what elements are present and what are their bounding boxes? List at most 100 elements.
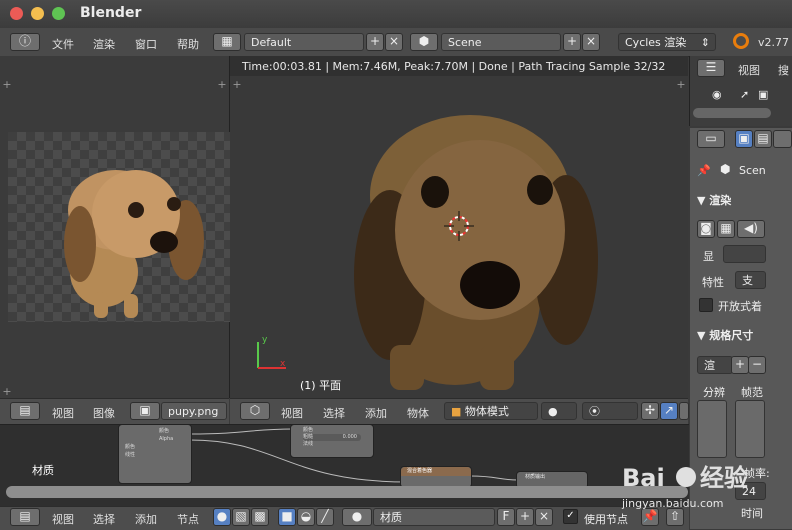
image-name-field[interactable]: pupy.png	[161, 402, 227, 420]
scene-browse-button[interactable]: ⬢	[410, 33, 438, 51]
outliner-menu-view[interactable]: 视图	[738, 62, 760, 78]
add-layout-icon[interactable]: +	[366, 33, 384, 51]
texture-nodes-icon[interactable]: ▩	[251, 508, 269, 526]
minimize-window-button[interactable]	[31, 7, 44, 20]
maximize-window-button[interactable]	[52, 7, 65, 20]
delete-scene-icon[interactable]: ×	[582, 33, 600, 51]
display-label: 显	[703, 250, 714, 263]
render-still-icon[interactable]: ◙	[697, 220, 715, 238]
scene-context-icon: ⬢	[720, 162, 731, 176]
resolution-fields[interactable]	[697, 400, 727, 458]
scene-name-field[interactable]: Scene	[441, 33, 561, 51]
visibility-eye-icon[interactable]: ◉	[712, 88, 722, 101]
mix-shader-title: 混合着色器	[401, 467, 471, 476]
render-audio-icon[interactable]: ◀)	[737, 220, 765, 238]
viewport-menu-object[interactable]: 物体	[407, 405, 429, 421]
fake-user-button[interactable]: F	[497, 508, 515, 526]
pivot-icon: ⦿	[589, 405, 600, 418]
material-name-field[interactable]: 材质	[373, 508, 495, 526]
render-tab-icon[interactable]: ▣	[735, 130, 753, 148]
scene-tab-icon[interactable]	[773, 130, 792, 148]
resolution-label: 分辨	[703, 386, 725, 399]
node-editor-scrollbar[interactable]	[6, 486, 688, 498]
node-menu-select[interactable]: 选择	[93, 511, 115, 527]
material-browse-button[interactable]: ●	[342, 508, 372, 526]
delete-layout-icon[interactable]: ×	[385, 33, 403, 51]
display-select[interactable]	[723, 245, 766, 263]
layout-browse-button[interactable]: ▦	[213, 33, 241, 51]
interaction-mode-select[interactable]: ■ 物体模式	[444, 402, 538, 420]
image-canvas[interactable]	[8, 132, 230, 322]
render-section-header[interactable]: ▼ 渲染	[697, 192, 731, 208]
area-split-icon[interactable]: +	[232, 79, 242, 90]
pivot-point-select[interactable]: ⦿	[582, 402, 638, 420]
image-menu-view[interactable]: 视图	[52, 405, 74, 421]
use-nodes-checkbox[interactable]: ✓	[563, 509, 578, 524]
render-engine-select[interactable]: Cycles 渲染 ⇕	[618, 33, 716, 51]
svg-text:y: y	[262, 335, 268, 345]
3d-cursor-icon[interactable]	[444, 211, 474, 241]
outliner-search-label[interactable]: 搜	[778, 62, 789, 78]
pin-icon[interactable]: 📌	[697, 164, 711, 177]
add-scene-icon[interactable]: +	[563, 33, 581, 51]
render-animation-icon[interactable]: ▦	[717, 220, 735, 238]
node-menu-add[interactable]: 添加	[135, 511, 157, 527]
image-browse-button[interactable]: ▣	[130, 402, 160, 420]
node-field-label: 颜色	[125, 444, 136, 450]
viewport-menu-select[interactable]: 选择	[323, 405, 345, 421]
add-preset-icon[interactable]: +	[731, 356, 749, 374]
area-split-icon[interactable]: +	[2, 79, 12, 90]
translate-manipulator-icon[interactable]: ↗	[660, 402, 678, 420]
viewport-menu-view[interactable]: 视图	[281, 405, 303, 421]
editor-type-3d-button[interactable]: ⬡	[240, 402, 270, 420]
world-shader-icon[interactable]: ◒	[297, 508, 315, 526]
material-output-title: 材质输出	[525, 474, 546, 480]
editor-type-outliner-button[interactable]: ☰	[697, 59, 725, 77]
open-shading-checkbox[interactable]	[699, 298, 713, 312]
area-split-icon[interactable]: +	[676, 79, 686, 90]
diffuse-shader-node[interactable]: 颜色 粗糙 0.000 法线	[290, 424, 374, 458]
render-preset-select[interactable]: 渲	[697, 356, 733, 374]
image-menu-image[interactable]: 图像	[93, 405, 115, 421]
editor-type-image-button[interactable]: ▤	[10, 402, 40, 420]
menu-help[interactable]: 帮助	[177, 36, 199, 52]
selectable-arrow-icon[interactable]: ➚	[740, 88, 749, 101]
manipulator-toggle-icon[interactable]: ✢	[641, 402, 659, 420]
dimensions-section-header[interactable]: ▼ 规格尺寸	[697, 327, 753, 343]
rotate-manipulator-icon[interactable]	[679, 402, 689, 420]
line-style-icon[interactable]: ╱	[316, 508, 334, 526]
frame-range-fields[interactable]	[735, 400, 765, 458]
node-menu-view[interactable]: 视图	[52, 511, 74, 527]
node-tree-label: 材质	[32, 464, 54, 477]
feature-set-select[interactable]: 支	[735, 271, 766, 289]
shading-mode-select[interactable]: ●	[541, 402, 577, 420]
menu-file[interactable]: 文件	[52, 36, 74, 52]
editor-type-properties-button[interactable]: ▭	[697, 130, 725, 148]
node-menu-node[interactable]: 节点	[177, 511, 199, 527]
image-texture-node[interactable]: 颜色 Alpha 颜色 线性	[118, 424, 192, 484]
roughness-field[interactable]: 粗糙 0.000	[303, 434, 361, 441]
remove-preset-icon[interactable]: −	[748, 356, 766, 374]
add-material-icon[interactable]: +	[516, 508, 534, 526]
axis-gizmo-icon: y x	[257, 335, 286, 369]
editor-type-node-button[interactable]: ▤	[10, 508, 40, 526]
viewport-menu-add[interactable]: 添加	[365, 405, 387, 421]
area-split-icon[interactable]: +	[217, 79, 227, 90]
render-camera-icon[interactable]: ▣	[758, 88, 768, 101]
render-section-title: 渲染	[709, 194, 732, 207]
mix-shader-node[interactable]: 混合着色器	[400, 466, 472, 488]
menu-render[interactable]: 渲染	[93, 36, 115, 52]
shader-nodes-icon[interactable]: ●	[213, 508, 231, 526]
area-split-icon[interactable]: +	[2, 386, 12, 397]
layout-name-field[interactable]: Default	[244, 33, 364, 51]
close-window-button[interactable]	[10, 7, 23, 20]
compositing-nodes-icon[interactable]: ▧	[232, 508, 250, 526]
object-shader-icon[interactable]: ■	[278, 508, 296, 526]
editor-type-info-button[interactable]: ⓘ	[10, 33, 40, 51]
render-layers-tab-icon[interactable]: ▤	[754, 130, 772, 148]
puppy-image	[64, 170, 204, 318]
active-object-label: (1) 平面	[300, 379, 342, 392]
outliner-scrollbar[interactable]	[693, 108, 771, 118]
unlink-material-icon[interactable]: ×	[535, 508, 553, 526]
menu-window[interactable]: 窗口	[135, 36, 157, 52]
